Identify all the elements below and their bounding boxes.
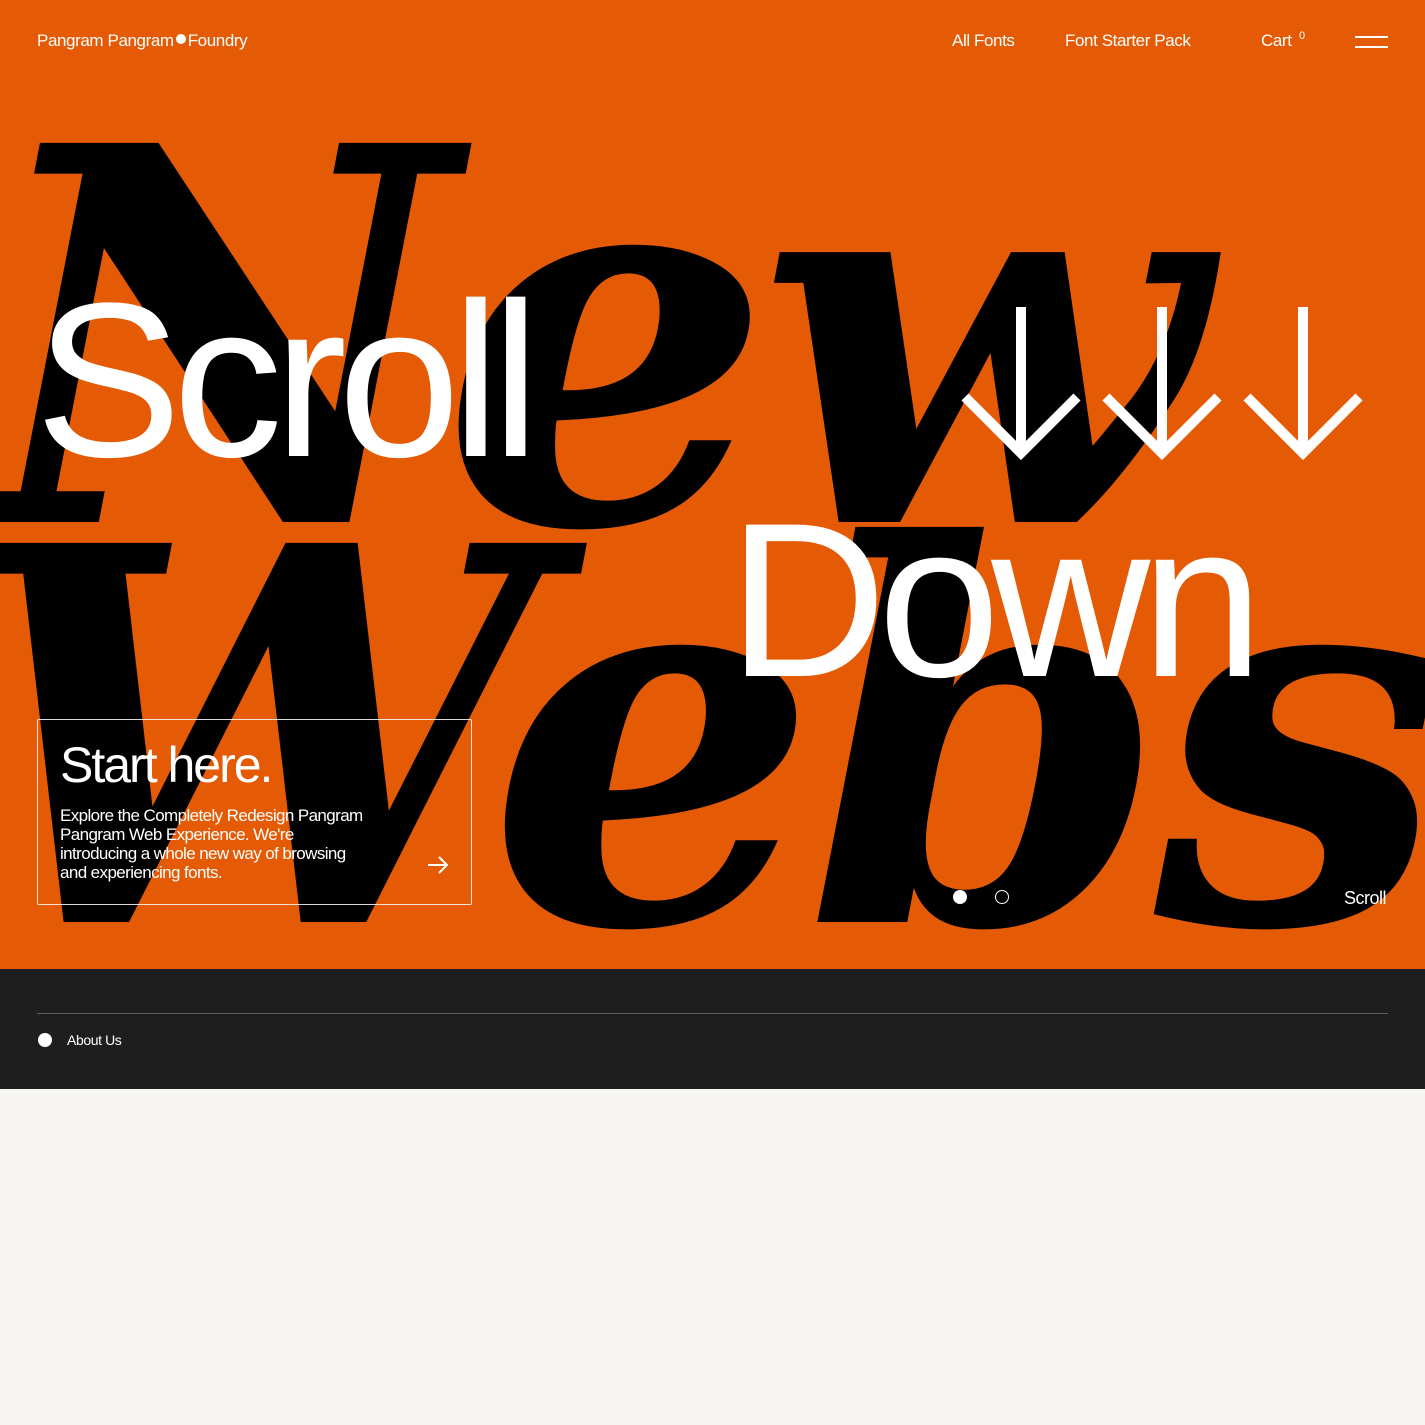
arrow-down-icon (961, 307, 1081, 461)
card-description: Explore the Completely Redesign Pangram … (60, 806, 363, 882)
pager-dot-active[interactable] (953, 890, 967, 904)
divider (37, 1013, 1388, 1014)
cart-count-badge: 0 (1299, 30, 1306, 42)
pager-dot[interactable] (995, 890, 1009, 904)
arrow-down-icon (1102, 307, 1222, 461)
card-title: Start here. (60, 737, 273, 793)
hero-section: New Website Pangram Pangram Foundry All … (0, 0, 1425, 969)
headline-down: Down (728, 477, 1263, 723)
nav-font-starter-pack[interactable]: Font Starter Pack (1065, 31, 1191, 51)
logo-text-secondary: Foundry (187, 31, 248, 50)
start-here-card[interactable]: Start here. Explore the Completely Redes… (37, 719, 472, 905)
hamburger-menu-icon[interactable] (1355, 34, 1388, 50)
about-us-label[interactable]: About Us (67, 1032, 122, 1048)
scroll-label: Scroll (1344, 888, 1387, 908)
site-header: Pangram Pangram Foundry All Fonts Font S… (0, 0, 1425, 84)
arrow-right-icon[interactable] (427, 856, 449, 874)
bullet-dot-icon (38, 1033, 52, 1047)
nav-all-fonts[interactable]: All Fonts (952, 31, 1015, 51)
about-section-header: About Us (0, 969, 1425, 1089)
headline-scroll: Scroll (35, 257, 540, 503)
logo-dot-icon (175, 34, 186, 44)
logo-text-primary: Pangram Pangram (37, 31, 174, 50)
arrow-down-icons (961, 307, 1363, 461)
site-logo[interactable]: Pangram Pangram Foundry (37, 31, 248, 51)
arrow-down-icon (1243, 307, 1363, 461)
nav-cart[interactable]: Cart (1261, 31, 1292, 51)
